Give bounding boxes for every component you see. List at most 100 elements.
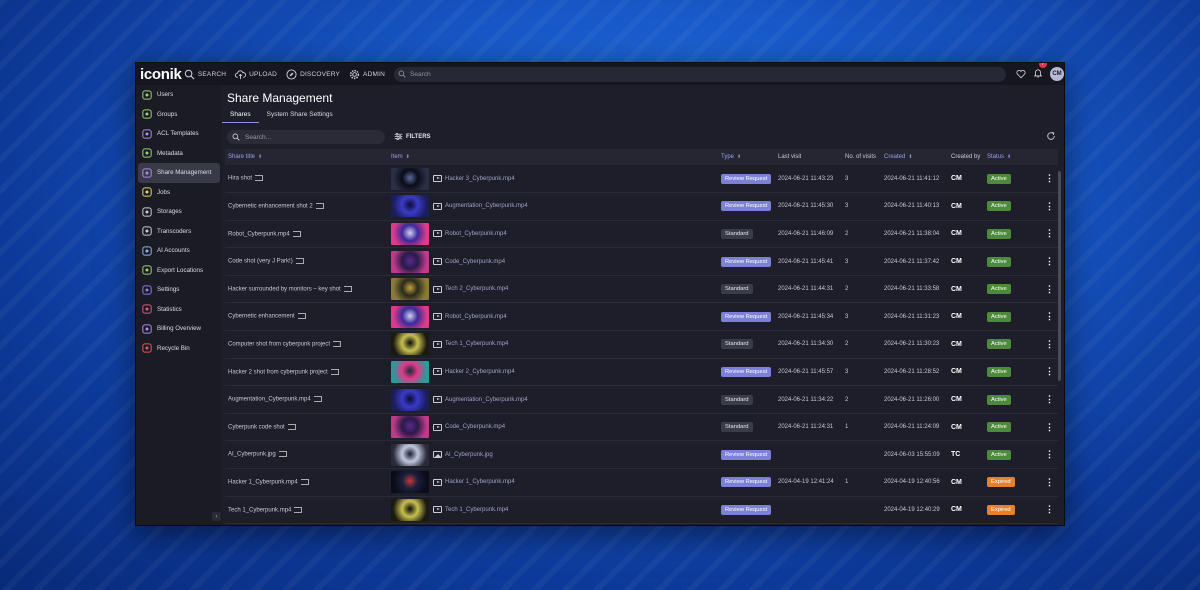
column-header-share-title[interactable]: Share title ⬍ [225,149,388,165]
sidebar-item-transcoders[interactable]: Transcoders [136,222,222,242]
table-row[interactable]: Cybernetic enhancement shot 2 Augmentatio… [225,192,1058,221]
share-title-cell[interactable]: Tech 1_Cyberpunk.mp4 [225,496,388,525]
share-title-cell[interactable]: Hacker 2 shot from cyberpunk project [225,358,388,387]
open-link-icon[interactable] [313,396,322,403]
row-actions-button[interactable]: ⋮ [1038,330,1058,359]
table-row[interactable]: Augmentation_Cyberpunk.mp4 Augmentation_C… [225,385,1058,414]
open-link-icon[interactable] [343,285,352,292]
share-title-cell[interactable]: AI_Cyberpunk.jpg [225,440,388,470]
item-name[interactable]: AI_Cyberpunk.jpg [445,452,493,458]
table-row[interactable]: Computer shot from cyberpunk project Tech… [225,330,1058,359]
table-row[interactable]: Code shot (very J Park!) Code_Cyberpunk.m… [225,247,1058,276]
share-title[interactable]: Code shot (very J Park!) [228,259,293,265]
item-cell[interactable]: Tech 2_Cyberpunk.mp4 [388,275,718,304]
sidebar-item-share-management[interactable]: Share Management [138,163,220,183]
item-name[interactable]: Robot_Cyberpunk.mp4 [445,231,507,237]
row-actions-button[interactable]: ⋮ [1038,165,1058,194]
item-thumbnail[interactable] [391,471,429,494]
table-row[interactable]: Robot_Cyberpunk.mp4 Robot_Cyberpunk.mp4 St… [225,220,1058,249]
item-thumbnail[interactable] [391,278,429,301]
sidebar-item-export-locations[interactable]: Export Locations [136,261,222,281]
sidebar-item-settings[interactable]: Settings [136,280,222,300]
share-title-cell[interactable]: Hacker surrounded by monitors – key shot [225,275,388,304]
sidebar-item-statistics[interactable]: Statistics [136,300,222,320]
sidebar-item-acl-templates[interactable]: ACL Templates [136,124,222,144]
table-scrollbar[interactable] [1058,171,1061,381]
sidebar-item-metadata[interactable]: Metadata [136,144,222,164]
share-title[interactable]: Hacker surrounded by monitors – key shot [228,286,341,292]
share-title[interactable]: Hira shot [228,176,252,182]
item-cell[interactable]: Robot_Cyberpunk.mp4 [388,302,718,332]
table-row[interactable]: AI_Cyberpunk.jpg AI_Cyberpunk.jpg Review R… [225,440,1058,470]
sidebar-item-ai-accounts[interactable]: AI Accounts [136,241,222,261]
item-cell[interactable]: Code_Cyberpunk.mp4 [388,247,718,276]
heart-icon[interactable] [1016,69,1026,79]
share-title-cell[interactable]: Augmentation_Cyberpunk.mp4 [225,385,388,414]
share-title[interactable]: AI_Cyberpunk.jpg [228,452,276,458]
nav-admin-button[interactable]: ADMIN [349,69,385,80]
table-row[interactable]: Cyberpunk code shot Code_Cyberpunk.mp4 Sta… [225,413,1058,442]
item-name[interactable]: Hacker 1_Cyberpunk.mp4 [445,479,515,485]
row-actions-button[interactable]: ⋮ [1038,275,1058,304]
sidebar-item-groups[interactable]: Groups [136,105,222,125]
item-name[interactable]: Augmentation_Cyberpunk.mp4 [445,203,528,209]
open-link-icon[interactable] [297,313,306,320]
sidebar-collapse-button[interactable]: ‹ [212,512,221,521]
share-title[interactable]: Hacker 2 shot from cyberpunk project [228,369,328,375]
open-link-icon[interactable] [278,451,287,458]
row-actions-button[interactable]: ⋮ [1038,468,1058,497]
item-thumbnail[interactable] [391,443,429,466]
column-header-status[interactable]: Status ⬍ [984,149,1038,165]
item-thumbnail[interactable] [391,222,429,245]
share-title-cell[interactable]: Hira shot [225,165,388,194]
table-row[interactable]: Hira shot Hacker 3_Cyberpunk.mp4 Review Re… [225,165,1058,194]
app-logo[interactable]: iconik [140,66,184,83]
sidebar-item-users[interactable]: Users [136,85,222,105]
row-actions-button[interactable]: ⋮ [1038,385,1058,414]
item-cell[interactable]: Code_Cyberpunk.mp4 [388,413,718,442]
table-row[interactable]: Tech 1_Cyberpunk.mp4 Tech 1_Cyberpunk.mp4… [225,496,1058,525]
row-actions-button[interactable]: ⋮ [1038,496,1058,525]
row-actions-button[interactable]: ⋮ [1038,302,1058,332]
table-row[interactable]: Cybernetic enhancement Robot_Cyberpunk.mp… [225,302,1058,332]
open-link-icon[interactable] [295,258,304,265]
share-title-cell[interactable]: Hacker 1_Cyberpunk.mp4 [225,468,388,497]
open-link-icon[interactable] [255,175,264,182]
item-name[interactable]: Robot_Cyberpunk.mp4 [445,314,507,320]
item-thumbnail[interactable] [391,250,429,273]
item-cell[interactable]: Augmentation_Cyberpunk.mp4 [388,192,718,221]
item-thumbnail[interactable] [391,305,429,328]
share-title-cell[interactable]: Computer shot from cyberpunk project [225,330,388,359]
item-name[interactable]: Hacker 2_Cyberpunk.mp4 [445,369,515,375]
row-actions-button[interactable]: ⋮ [1038,192,1058,221]
column-header-created[interactable]: Created ⬍ [881,149,948,165]
sidebar-item-recycle-bin[interactable]: Recycle Bin [136,339,222,359]
tab-shares[interactable]: Shares [222,109,259,123]
item-thumbnail[interactable] [391,195,429,218]
item-name[interactable]: Tech 2_Cyberpunk.mp4 [445,286,508,292]
open-link-icon[interactable] [292,230,301,237]
share-title-cell[interactable]: Cybernetic enhancement shot 2 [225,192,388,221]
item-name[interactable]: Hacker 3_Cyberpunk.mp4 [445,176,515,182]
item-name[interactable]: Code_Cyberpunk.mp4 [445,424,505,430]
item-cell[interactable]: Hacker 3_Cyberpunk.mp4 [388,165,718,194]
item-name[interactable]: Augmentation_Cyberpunk.mp4 [445,397,528,403]
share-title-cell[interactable]: Cybernetic enhancement [225,302,388,332]
shares-search-input[interactable]: Search... [227,130,385,144]
global-search-input[interactable]: Search [394,66,1006,82]
item-thumbnail[interactable] [391,167,429,190]
item-cell[interactable]: AI_Cyberpunk.jpg [388,440,718,470]
row-actions-button[interactable]: ⋮ [1038,358,1058,387]
row-actions-button[interactable]: ⋮ [1038,220,1058,249]
open-link-icon[interactable] [294,506,303,513]
item-thumbnail[interactable] [391,388,429,411]
row-actions-button[interactable]: ⋮ [1038,413,1058,442]
item-name[interactable]: Code_Cyberpunk.mp4 [445,259,505,265]
share-title-cell[interactable]: Robot_Cyberpunk.mp4 [225,220,388,249]
open-link-icon[interactable] [330,368,339,375]
nav-discovery-button[interactable]: DISCOVERY [286,68,340,80]
notifications-button[interactable]: 7 [1033,63,1047,83]
user-avatar[interactable]: CM [1050,67,1064,81]
item-cell[interactable]: Augmentation_Cyberpunk.mp4 [388,385,718,414]
share-title[interactable]: Hacker 1_Cyberpunk.mp4 [228,480,298,486]
